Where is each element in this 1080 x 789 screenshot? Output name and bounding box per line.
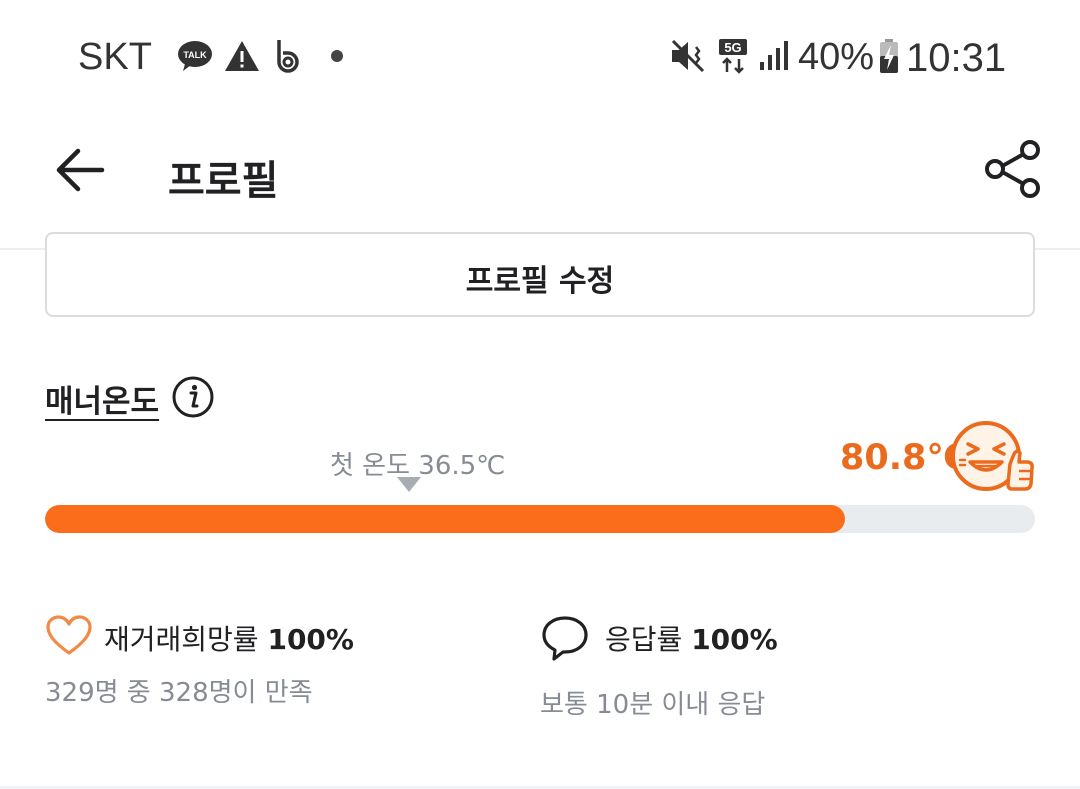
laughing-thumbs-up-face-icon [948,418,1038,496]
back-button[interactable] [48,140,112,204]
page-title: 프로필 [168,158,279,204]
manner-temperature-fill [45,505,845,533]
5g-icon: 5G [716,38,750,74]
network-type: 5G [724,40,741,55]
reply-rate-label: 응답률 100% [605,618,778,658]
share-button[interactable] [978,138,1048,204]
reply-rate-title: 응답률 [605,623,683,656]
notification-dot-icon [330,49,344,63]
info-icon[interactable] [171,375,215,419]
carrier-label: SKT [78,36,152,78]
chat-bubble-icon [540,614,590,662]
share-icon [983,140,1043,202]
battery-percent: 40% [798,36,875,78]
reply-rate-detail: 보통 10분 이내 응답 [540,690,766,720]
manner-temperature-label[interactable]: 매너온도 [45,376,159,421]
app-bar: 프로필 [0,110,1080,250]
battery-charging-icon [876,38,902,74]
rebuy-rate-title: 재거래희망률 [104,623,259,656]
edit-profile-button[interactable]: 프로필 수정 [45,232,1035,317]
signal-icon [756,38,790,74]
edit-profile-label: 프로필 수정 [465,264,615,299]
clock: 10:31 [906,36,1007,80]
warning-icon [223,38,261,74]
first-temperature-marker [397,477,421,492]
b-app-icon [270,38,306,74]
reply-rate-value: 100% [691,623,778,656]
rebuy-rate-label: 재거래희망률 100% [104,618,354,658]
vibrate-mute-icon [668,38,708,74]
talk-icon-text: TALK [183,50,207,60]
heart-icon [45,614,93,656]
manner-temperature-bar [45,505,1035,533]
kakaotalk-icon: TALK [176,38,214,74]
rebuy-rate-detail: 329명 중 328명이 만족 [45,678,313,708]
back-arrow-icon [54,148,106,196]
status-bar: SKT TALK 5G 40% 10:31 [0,0,1080,110]
rebuy-rate-value: 100% [267,623,354,656]
